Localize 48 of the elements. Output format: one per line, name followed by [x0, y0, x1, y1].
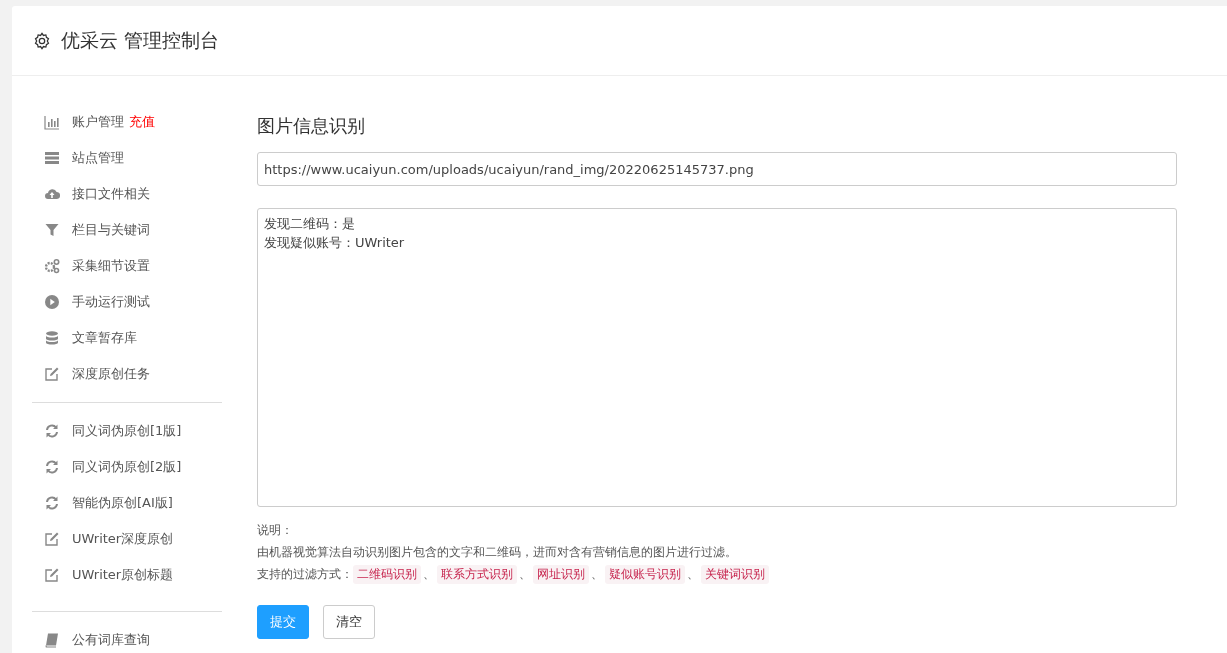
console-title: 优采云 管理控制台: [61, 27, 220, 53]
recharge-link[interactable]: 充值: [129, 113, 155, 131]
cloud-upload-icon: [44, 186, 60, 202]
result-line: 发现二维码：是: [264, 215, 355, 233]
edit-icon: [44, 567, 60, 583]
database-icon: [44, 330, 60, 346]
bar-chart-icon: [44, 114, 60, 130]
sidebar-item[interactable]: 同义词伪原创[2版]: [72, 458, 182, 476]
sidebar-item[interactable]: 栏目与关键词: [72, 221, 150, 239]
result-line: 发现疑似账号：UWriter: [264, 233, 405, 252]
filter-tag: 疑似账号识别: [605, 564, 685, 584]
result-field[interactable]: 发现二维码：是 发现疑似账号：UWriter: [257, 208, 1177, 507]
separator-mark: 、: [591, 566, 603, 583]
filter-tag: 二维码识别: [353, 564, 421, 584]
refresh-icon: [44, 423, 60, 439]
separator-mark: 、: [687, 566, 699, 583]
sidebar-item[interactable]: 采集细节设置: [72, 257, 150, 275]
edit-icon: [44, 531, 60, 547]
refresh-icon: [44, 495, 60, 511]
sidebar-item[interactable]: 手动运行测试: [72, 293, 150, 311]
filter-tag: 关键词识别: [701, 564, 769, 584]
filter-icon: [44, 222, 60, 238]
sidebar-item[interactable]: 站点管理: [72, 149, 124, 167]
separator-mark: 、: [423, 566, 435, 583]
sidebar-item[interactable]: 接口文件相关: [72, 185, 150, 203]
sidebar-item[interactable]: 深度原创任务: [72, 365, 150, 383]
sidebar-item[interactable]: UWriter原创标题: [72, 566, 174, 584]
sidebar-item[interactable]: 同义词伪原创[1版]: [72, 422, 182, 440]
sidebar-item[interactable]: 公有词库查询: [72, 631, 150, 649]
url-field[interactable]: https://www.ucaiyun.com/uploads/ucaiyun/rand_img/20220625145737.png: [257, 152, 1177, 186]
filter-tag: 网址识别: [533, 564, 589, 584]
separator-mark: 、: [519, 566, 531, 583]
settings-icon: [33, 31, 51, 50]
book-icon: [44, 632, 60, 648]
refresh-icon: [44, 459, 60, 475]
server-icon: [44, 150, 60, 166]
notes-label: 说明：: [257, 522, 294, 539]
section-title: 图片信息识别: [257, 114, 366, 138]
methods-label: 支持的过滤方式：: [257, 566, 353, 583]
sidebar-item[interactable]: 账户管理: [72, 113, 124, 131]
sidebar-item[interactable]: 文章暂存库: [72, 329, 137, 347]
sidebar-item[interactable]: 智能伪原创[AI版]: [72, 494, 173, 512]
filter-tag: 联系方式识别: [437, 564, 517, 584]
edit-icon: [44, 366, 60, 382]
description-text: 由机器视觉算法自动识别图片包含的文字和二维码，进而对含有营销信息的图片进行过滤。: [257, 544, 738, 561]
clear-button[interactable]: 清空: [323, 605, 375, 639]
play-icon: [44, 294, 60, 310]
sidebar-item[interactable]: UWriter深度原创: [72, 530, 174, 548]
